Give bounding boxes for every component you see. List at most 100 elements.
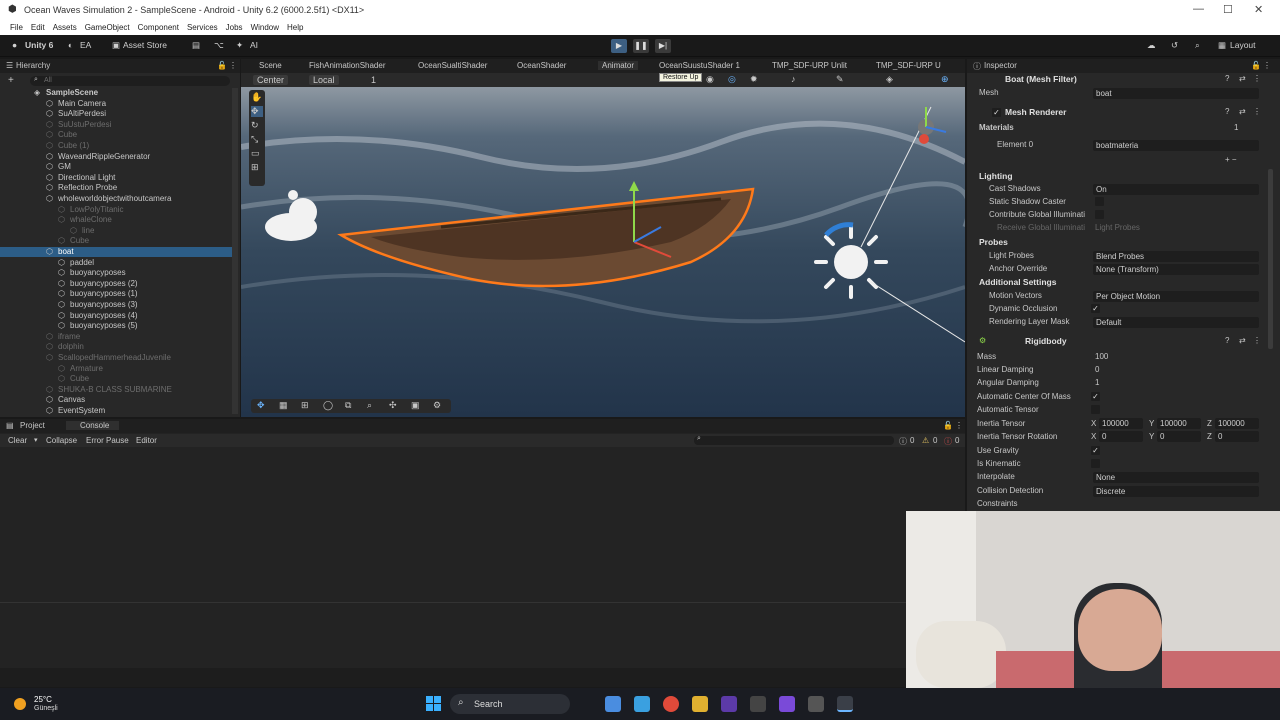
maximize-button[interactable]: ☐: [1223, 3, 1233, 16]
file-explorer-icon[interactable]: [605, 696, 621, 712]
preset-icon[interactable]: ⇄: [1239, 106, 1246, 118]
hierarchy-item[interactable]: ⬡ buoyancyposes (5): [0, 321, 232, 331]
snap-value[interactable]: 1: [371, 75, 376, 85]
ai-dropdown[interactable]: AI: [250, 40, 258, 50]
hierarchy-item[interactable]: ⬡ dolphin: [0, 342, 232, 352]
info-count-icon[interactable]: ⓘ: [899, 436, 907, 447]
hierarchy-item[interactable]: ⬡ SuAltiPerdesi: [0, 109, 232, 119]
step-button[interactable]: ▶|: [655, 39, 671, 53]
auto-com-checkbox[interactable]: ✓: [1091, 392, 1100, 401]
scene-tab[interactable]: Animator: [598, 61, 639, 70]
hierarchy-item[interactable]: ⬡ Reflection Probe: [0, 183, 232, 193]
draw-mode-icon[interactable]: ◉: [706, 74, 714, 85]
mesh-field[interactable]: boat: [1093, 88, 1259, 99]
inspector-scrollbar[interactable]: [1268, 169, 1273, 349]
hierarchy-item[interactable]: ⬡ boat: [0, 247, 232, 257]
hierarchy-item[interactable]: ⬡ SHUKA-B CLASS SUBMARINE: [0, 385, 232, 395]
weather-desc[interactable]: Güneşli: [34, 705, 58, 712]
account-icon[interactable]: ●: [12, 40, 17, 50]
scene-root-item[interactable]: ◈ SampleScene: [0, 88, 232, 98]
angular-damping-field[interactable]: 1: [1095, 377, 1099, 389]
hierarchy-item[interactable]: ⬡ whaleClone: [0, 215, 232, 225]
lighting-foldout[interactable]: Lighting: [979, 170, 1013, 183]
inertia-tensor-y-field[interactable]: 100000: [1157, 418, 1201, 429]
component-menu-icon[interactable]: ⋮: [1253, 335, 1261, 347]
weather-sun-icon[interactable]: [14, 698, 26, 710]
rotate-tool-icon[interactable]: ↻: [251, 120, 259, 131]
history-icon[interactable]: ↺: [1171, 40, 1178, 51]
hierarchy-item[interactable]: ⬡ EventSystem: [0, 406, 232, 416]
overlay-snap-icon[interactable]: ⊞: [301, 400, 309, 411]
hierarchy-item[interactable]: ⬡ buoyancyposes: [0, 268, 232, 278]
account-dropdown[interactable]: Unity 6: [25, 40, 53, 50]
preset-icon[interactable]: ⇄: [1239, 73, 1246, 85]
static-shadow-checkbox[interactable]: [1095, 197, 1104, 206]
pivot-dropdown[interactable]: Center: [253, 75, 289, 85]
mesh-renderer-enabled-checkbox[interactable]: ✓: [992, 108, 1001, 117]
hierarchy-item[interactable]: ⬡ Cube: [0, 374, 232, 384]
copilot-icon[interactable]: [634, 696, 650, 712]
interpolate-dropdown[interactable]: None: [1093, 472, 1259, 483]
auto-tensor-checkbox[interactable]: [1091, 405, 1100, 414]
is-kinematic-checkbox[interactable]: [1091, 459, 1100, 468]
more-icon[interactable]: ⋮: [229, 61, 237, 70]
hidden-objects-icon[interactable]: ◈: [886, 74, 893, 85]
scene-tab[interactable]: OceanShader: [517, 61, 566, 70]
cast-shadows-dropdown[interactable]: On: [1093, 184, 1259, 195]
scene-tab[interactable]: FishAnimationShader: [309, 61, 385, 70]
hierarchy-item[interactable]: ⬡ Cube: [0, 236, 232, 246]
inertia-rot-x-field[interactable]: 0: [1099, 431, 1143, 442]
package-icon[interactable]: ▤: [192, 40, 200, 51]
rigidbody-header[interactable]: Rigidbody: [1025, 335, 1067, 348]
unity-editor-icon[interactable]: [837, 696, 853, 712]
add-icon[interactable]: +: [8, 75, 14, 86]
overlay-layers-icon[interactable]: ⧉: [345, 400, 351, 411]
mass-field[interactable]: 100: [1095, 351, 1108, 363]
preset-icon[interactable]: ⇄: [1239, 335, 1246, 347]
materials-count[interactable]: 1: [1234, 122, 1238, 134]
hierarchy-item[interactable]: ⬡ Cube: [0, 130, 232, 140]
hierarchy-item[interactable]: ⬡ paddel: [0, 258, 232, 268]
inertia-tensor-z-field[interactable]: 100000: [1215, 418, 1259, 429]
tab-console[interactable]: Console: [66, 421, 120, 430]
overlay-settings-icon[interactable]: ⚙: [433, 400, 441, 411]
lighting-toggle-icon[interactable]: ✹: [750, 74, 758, 85]
gizmos-icon[interactable]: ⊕: [941, 74, 949, 85]
search-icon[interactable]: ⌕: [1195, 40, 1200, 51]
close-button[interactable]: ✕: [1254, 3, 1263, 16]
asset-store-button[interactable]: Asset Store: [123, 40, 167, 50]
audio-icon[interactable]: ♪: [791, 74, 796, 84]
component-menu-icon[interactable]: ⋮: [1253, 73, 1261, 85]
menu-item-help[interactable]: Help: [287, 23, 303, 32]
move-tool-icon[interactable]: ✥: [251, 106, 263, 117]
hierarchy-item[interactable]: ⬡ Directional Light: [0, 173, 232, 183]
hierarchy-item[interactable]: ⬡ buoyancyposes (3): [0, 300, 232, 310]
tab-project[interactable]: Project: [20, 421, 45, 430]
hierarchy-item[interactable]: ⬡ buoyancyposes (2): [0, 279, 232, 289]
menu-item-jobs[interactable]: Jobs: [226, 23, 243, 32]
rendering-layer-dropdown[interactable]: Default: [1093, 317, 1259, 328]
warning-count-icon[interactable]: ⚠: [922, 436, 929, 445]
constraints-foldout[interactable]: Constraints: [977, 498, 1017, 510]
transform-tool-icon[interactable]: ⊞: [251, 162, 259, 173]
hand-tool-icon[interactable]: ✋: [251, 92, 262, 103]
hierarchy-item[interactable]: ⬡ GM: [0, 162, 232, 172]
mesh-filter-header[interactable]: Boat (Mesh Filter): [1005, 73, 1077, 86]
help-icon[interactable]: ?: [1225, 106, 1229, 118]
hierarchy-item[interactable]: ⬡ buoyancyposes (1): [0, 289, 232, 299]
scene-view[interactable]: ✋ ✥ ↻ ⤡ ▭ ⊞ ✥ ▦ ⊞ ◯ ⧉ ⌕ ✣ ▣ ⚙: [241, 87, 965, 417]
error-pause-button[interactable]: Error Pause: [86, 436, 129, 445]
tab-hierarchy[interactable]: Hierarchy: [16, 61, 50, 70]
weather-temp[interactable]: 25°C: [34, 695, 52, 704]
inertia-tensor-x-field[interactable]: 100000: [1099, 418, 1143, 429]
hierarchy-item[interactable]: ⬡ Armature: [0, 364, 232, 374]
hierarchy-item[interactable]: ⬡ Main Camera: [0, 99, 232, 109]
scene-tab[interactable]: TMP_SDF-URP U: [876, 61, 941, 70]
probes-foldout[interactable]: Probes: [979, 236, 1008, 249]
space-dropdown[interactable]: Local: [309, 75, 339, 85]
hierarchy-item[interactable]: ⬡ line: [0, 226, 232, 236]
folder-icon[interactable]: [692, 696, 708, 712]
minimize-button[interactable]: —: [1193, 3, 1204, 15]
hierarchy-item[interactable]: ⬡ SuUstuPerdesi: [0, 120, 232, 130]
rider-icon[interactable]: [779, 696, 795, 712]
